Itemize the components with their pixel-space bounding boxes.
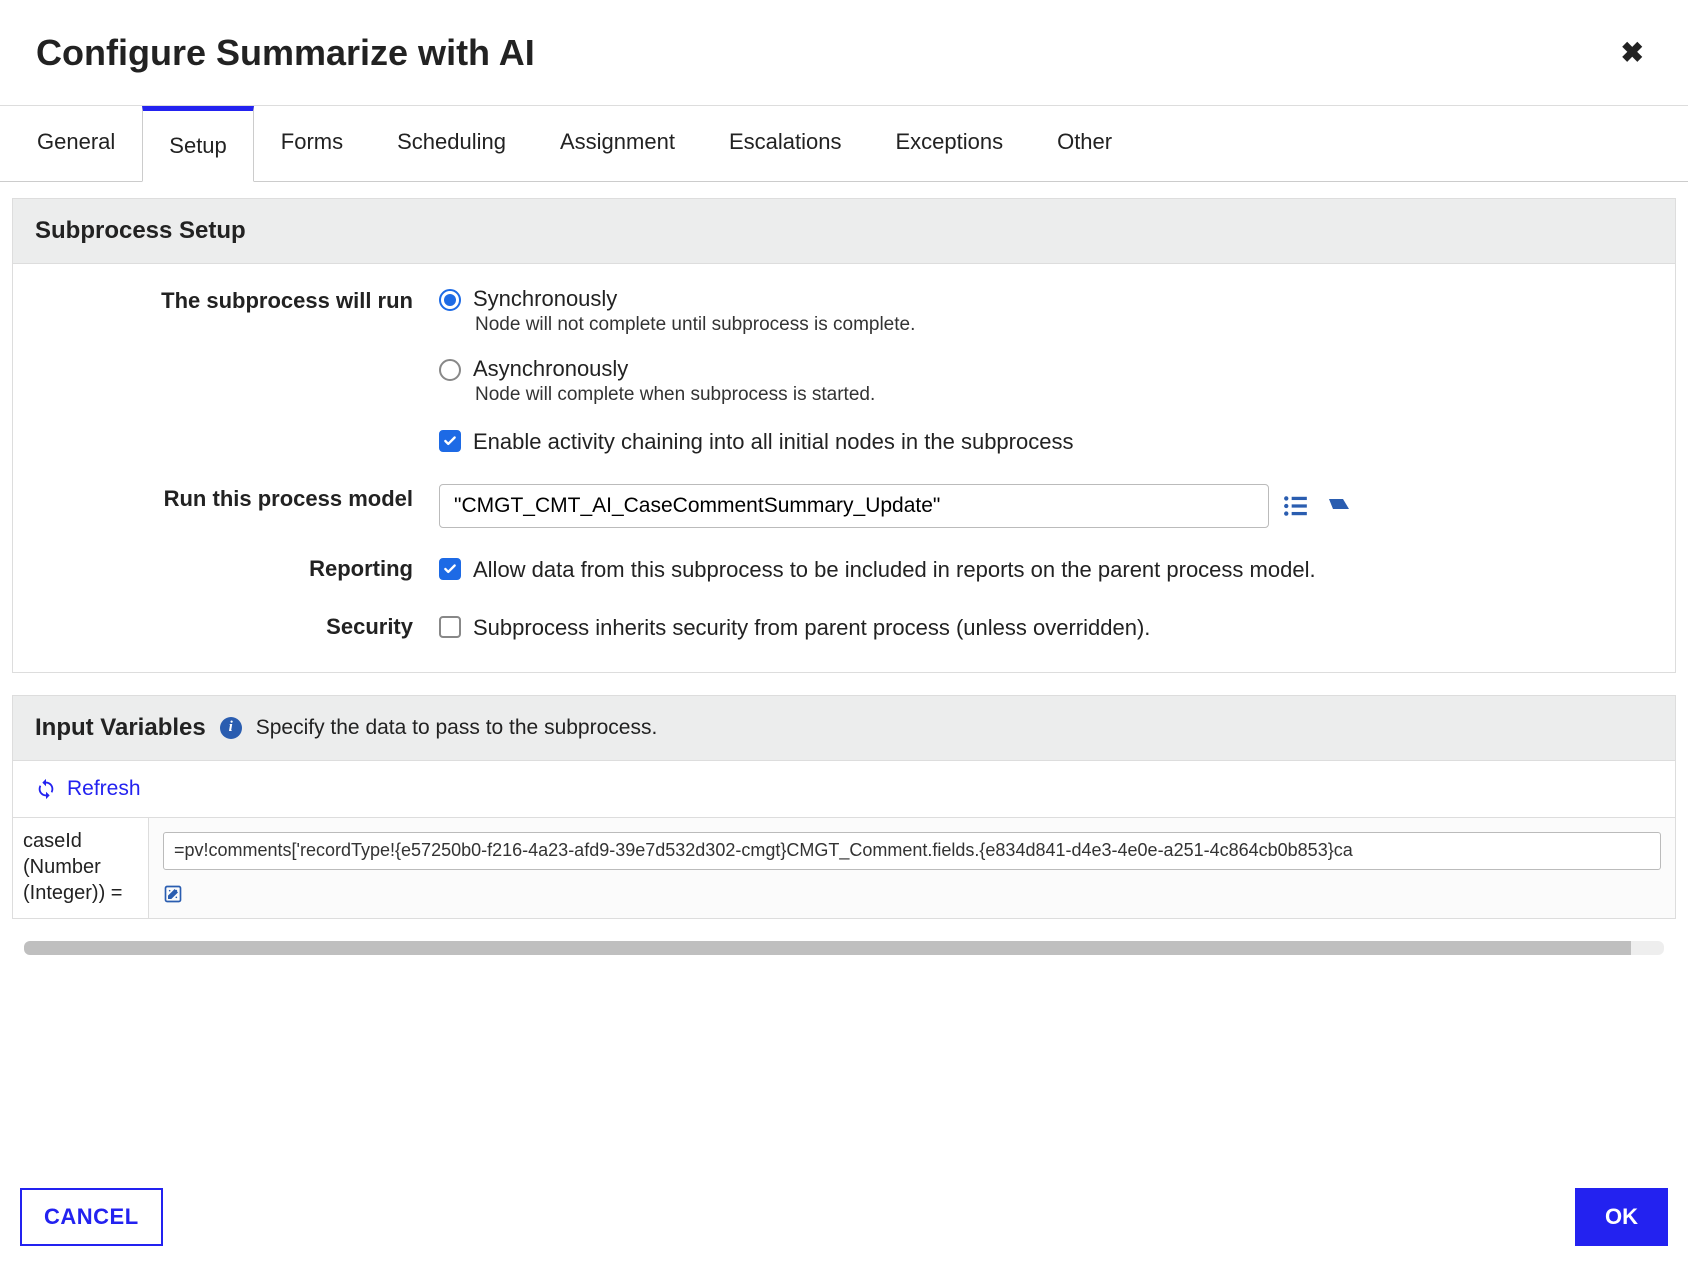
checkbox-security[interactable] (439, 616, 461, 638)
label-security: Security (39, 612, 439, 640)
tab-bar: General Setup Forms Scheduling Assignmen… (0, 106, 1688, 182)
content-scroll[interactable]: Subprocess Setup The subprocess will run… (0, 182, 1688, 1142)
checkbox-reporting-label: Allow data from this subprocess to be in… (473, 554, 1316, 586)
tab-general[interactable]: General (10, 106, 142, 181)
refresh-button[interactable]: Refresh (13, 761, 163, 817)
tab-scheduling[interactable]: Scheduling (370, 106, 533, 181)
radio-sync-label: Synchronously (473, 286, 915, 312)
dialog-header: Configure Summarize with AI ✖ (0, 0, 1688, 105)
checkbox-reporting[interactable] (439, 558, 461, 580)
dialog-footer: CANCEL OK (0, 1166, 1688, 1272)
radio-asynchronously[interactable] (439, 359, 461, 381)
label-process-model: Run this process model (39, 484, 439, 512)
close-icon[interactable]: ✖ (1613, 28, 1652, 77)
var-value-input[interactable] (163, 832, 1661, 870)
info-icon[interactable]: i (220, 717, 242, 739)
table-row: caseId (Number (Integer)) = (13, 817, 1675, 918)
section-title-input-vars: Input Variables i Specify the data to pa… (13, 696, 1675, 761)
tab-exceptions[interactable]: Exceptions (868, 106, 1030, 181)
input-vars-title: Input Variables (35, 714, 206, 742)
refresh-icon (35, 778, 57, 800)
list-icon[interactable] (1283, 495, 1309, 517)
label-run-mode: The subprocess will run (39, 286, 439, 314)
tab-escalations[interactable]: Escalations (702, 106, 869, 181)
checkbox-activity-chaining[interactable] (439, 430, 461, 452)
erase-icon[interactable] (1323, 495, 1349, 517)
ok-button[interactable]: OK (1575, 1188, 1668, 1246)
refresh-label: Refresh (67, 777, 141, 801)
tab-setup[interactable]: Setup (142, 106, 254, 182)
label-reporting: Reporting (39, 554, 439, 582)
tab-forms[interactable]: Forms (254, 106, 370, 181)
process-model-input[interactable] (439, 484, 1269, 528)
tab-assignment[interactable]: Assignment (533, 106, 702, 181)
cancel-button[interactable]: CANCEL (20, 1188, 163, 1246)
checkbox-chaining-label: Enable activity chaining into all initia… (473, 426, 1073, 458)
radio-async-label: Asynchronously (473, 356, 875, 382)
section-title-subprocess: Subprocess Setup (13, 199, 1675, 264)
radio-async-hint: Node will complete when subprocess is st… (473, 384, 875, 406)
radio-sync-hint: Node will not complete until subprocess … (473, 314, 915, 336)
tab-other[interactable]: Other (1030, 106, 1139, 181)
radio-synchronously[interactable] (439, 289, 461, 311)
input-vars-subtitle: Specify the data to pass to the subproce… (256, 716, 658, 740)
var-name: caseId (Number (Integer)) = (13, 818, 149, 918)
checkbox-security-label: Subprocess inherits security from parent… (473, 612, 1150, 644)
horizontal-scrollbar[interactable] (24, 941, 1664, 955)
section-subprocess-setup: Subprocess Setup The subprocess will run… (12, 198, 1676, 673)
edit-icon[interactable] (163, 884, 1661, 904)
dialog-title: Configure Summarize with AI (36, 32, 535, 74)
section-input-variables: Input Variables i Specify the data to pa… (12, 695, 1676, 919)
